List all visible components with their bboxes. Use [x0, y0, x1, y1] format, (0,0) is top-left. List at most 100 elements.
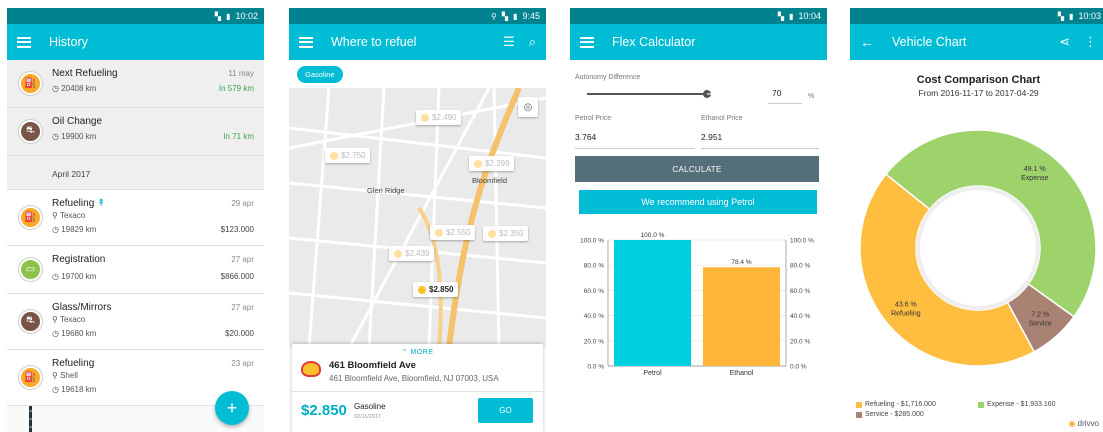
- map-label-bloomfield: Bloomfield: [472, 176, 508, 185]
- flex-form: Autonomy Difference 70 % Petrol Price 3.…: [570, 60, 827, 432]
- item-value: $20.000: [225, 329, 254, 338]
- item-odometer: ◷ 19900 km: [52, 132, 97, 141]
- page-title: Flex Calculator: [612, 35, 696, 49]
- fuel-type: Gasoline: [354, 402, 386, 411]
- battery-icon: ▮: [1069, 11, 1074, 21]
- signal-icon: ▚: [214, 11, 222, 21]
- list-item[interactable]: ⛽ Refueling ↟ ⚲ Texaco ◷ 19829 km 29 apr…: [7, 190, 264, 246]
- item-date: 29 apr: [231, 199, 254, 208]
- more-toggle[interactable]: ⌃ MORE: [292, 348, 543, 356]
- y-tick-label-left: 60.0 %: [584, 288, 604, 295]
- search-icon[interactable]: ⌕: [529, 34, 536, 50]
- price-marker-selected[interactable]: $2.850: [413, 282, 459, 297]
- my-location-icon[interactable]: ◎: [518, 97, 538, 117]
- status-time: 10:03: [1078, 11, 1101, 21]
- signal-icon: ▚: [777, 11, 785, 21]
- page-title: History: [49, 35, 88, 49]
- price-marker[interactable]: $2.350: [483, 226, 529, 241]
- list-item[interactable]: ⛐ Oil Change ◷ 19900 km In 71 km: [7, 108, 264, 156]
- flex-bar-chart: 0.0 % 0.0 % 20.0 % 20.0 % 40.0 % 40.0 % 60.0 %…: [580, 232, 814, 377]
- item-title: Glass/Mirrors: [52, 302, 112, 313]
- registration-card-icon: ▭: [19, 258, 42, 281]
- station-card[interactable]: ⌃ MORE 461 Bloomfield Ave 461 Bloomfield…: [292, 344, 543, 432]
- item-value: $866.000: [220, 272, 254, 281]
- autonomy-unit: %: [808, 93, 815, 100]
- item-odometer: ◷ 19618 km: [52, 385, 97, 394]
- status-bar: ▚ ▮ 10:04: [570, 8, 827, 24]
- price-marker[interactable]: $2.439: [389, 246, 435, 261]
- y-tick-label-left: 20.0 %: [584, 338, 604, 345]
- refuel-map-screen: ⚲ ▚ ▮ 9:45 Where to refuel ☰ ⌕ Gasoline …: [289, 8, 546, 432]
- petrol-price-input[interactable]: 3.764: [575, 132, 596, 142]
- item-title: Refueling ↟: [52, 198, 106, 209]
- list-item[interactable]: ▭ Registration ◷ 19700 km 27 apr $866.00…: [7, 246, 264, 294]
- history-list: ⛽ Next Refueling ◷ 20408 km 11 may In 57…: [7, 60, 264, 432]
- oil-can-icon: ⛐: [19, 120, 42, 143]
- data-label: 100.0 %: [641, 232, 665, 239]
- item-title: Next Refueling: [52, 68, 118, 79]
- chart-subtitle: From 2016-11-17 to 2017-04-29: [918, 88, 1039, 98]
- item-title: Oil Change: [52, 116, 103, 127]
- item-odometer: ◷ 19829 km: [52, 225, 97, 234]
- history-screen: ▚ ▮ 10:02 History ⛽ Next Refueling ◷ 204…: [7, 8, 264, 432]
- share-icon[interactable]: ⋖: [1059, 34, 1070, 50]
- app-bar: ← Vehicle Chart ⋖ ⋮: [850, 24, 1103, 60]
- status-bar: ▚ ▮ 10:02: [7, 8, 264, 24]
- slice-percent-label: 49.1 %: [1024, 166, 1046, 173]
- car-service-icon: ⛐: [19, 310, 42, 333]
- item-odometer: ◷ 20408 km: [52, 84, 97, 93]
- price-marker[interactable]: $2.550: [430, 225, 476, 240]
- fuel-type-chip[interactable]: Gasoline: [297, 66, 343, 83]
- y-tick-label-right: 80.0 %: [790, 263, 810, 270]
- status-time: 10:04: [798, 11, 821, 21]
- price-date: 02/11/2017: [354, 414, 382, 420]
- go-button[interactable]: GO: [478, 398, 533, 423]
- drivvo-logo-icon: ◉: [1068, 419, 1076, 428]
- price-marker[interactable]: $2.750: [325, 148, 371, 163]
- slice-name-label: Expense: [1021, 175, 1048, 182]
- slice-percent-label: 7.2 %: [1031, 312, 1049, 319]
- price-marker[interactable]: $2.399: [469, 156, 515, 171]
- overflow-menu-icon[interactable]: ⋮: [1084, 34, 1097, 50]
- menu-icon[interactable]: [580, 36, 594, 48]
- bar-petrol: [614, 240, 691, 366]
- input-underline: [768, 103, 802, 104]
- calculate-button[interactable]: CALCULATE: [575, 156, 819, 182]
- legend-service: Service - $285.000: [856, 411, 924, 418]
- item-value: $123.000: [220, 225, 254, 234]
- status-bar: ▚ ▮ 10:03: [850, 8, 1103, 24]
- shell-logo-icon: [301, 361, 321, 377]
- item-odometer: ◷ 19700 km: [52, 272, 97, 281]
- station-address: 461 Bloomfield Ave, Bloomfield, NJ 07003…: [329, 374, 499, 383]
- map-view[interactable]: Glen Ridge Bloomfield ◎ $2.490 $2.750 $2…: [289, 88, 546, 348]
- station-price: $2.850: [301, 402, 347, 419]
- list-item[interactable]: ⛽ Next Refueling ◷ 20408 km 11 may In 57…: [7, 60, 264, 108]
- list-item[interactable]: ⛐ Glass/Mirrors ⚲ Texaco ◷ 19680 km 27 a…: [7, 294, 264, 350]
- item-date: 11 may: [228, 69, 254, 78]
- data-label: 78.4 %: [731, 259, 751, 266]
- slice-name-label: Service: [1028, 321, 1051, 328]
- fill-full-icon: ↟: [97, 198, 106, 209]
- y-tick-label-left: 40.0 %: [584, 313, 604, 320]
- station-name: 461 Bloomfield Ave: [329, 360, 416, 371]
- y-tick-label-left: 100.0 %: [580, 238, 604, 245]
- add-button[interactable]: +: [215, 391, 249, 425]
- filter-icon[interactable]: ☰: [503, 34, 515, 50]
- vehicle-chart-screen: ▚ ▮ 10:03 ← Vehicle Chart ⋖ ⋮ Cost Compa…: [850, 8, 1103, 432]
- ethanol-price-input[interactable]: 2.951: [701, 132, 722, 142]
- autonomy-slider[interactable]: [587, 90, 711, 98]
- battery-icon: ▮: [226, 11, 231, 21]
- map-streets: [289, 88, 546, 348]
- signal-icon: ▚: [501, 11, 509, 21]
- legend-expense: Expense - $1,933.160: [978, 401, 1056, 408]
- autonomy-input[interactable]: 70: [772, 88, 781, 98]
- back-arrow-icon[interactable]: ←: [860, 34, 874, 50]
- y-tick-label-right: 20.0 %: [790, 338, 810, 345]
- donut-hole: [916, 186, 1040, 310]
- menu-icon[interactable]: [299, 36, 313, 48]
- filter-bar: Gasoline: [289, 60, 546, 88]
- month-header: April 2017: [7, 156, 264, 190]
- menu-icon[interactable]: [17, 36, 31, 48]
- price-marker[interactable]: $2.490: [416, 110, 462, 125]
- item-value: In 71 km: [223, 132, 254, 141]
